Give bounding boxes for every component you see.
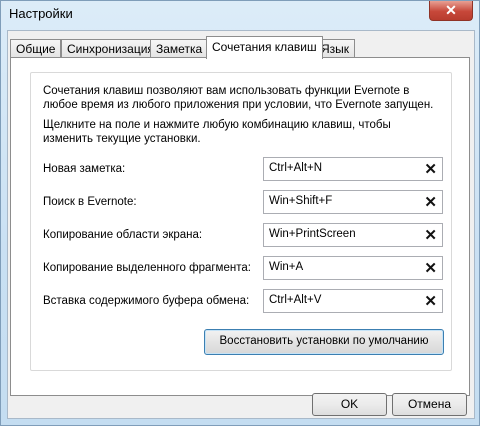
- clear-icon[interactable]: ✕: [424, 259, 437, 277]
- clear-icon[interactable]: ✕: [424, 292, 437, 310]
- dialog-client-area: Общие Синхронизация Заметка Сочетания кл…: [7, 30, 475, 419]
- hotkey-value: Win+A: [269, 261, 304, 273]
- clear-icon[interactable]: ✕: [424, 226, 437, 244]
- hotkey-label-new-note: Новая заметка:: [43, 163, 126, 175]
- hotkey-value: Win+Shift+F: [269, 195, 333, 207]
- hotkey-label-copy-selection: Копирование выделенного фрагмента:: [43, 262, 251, 274]
- hotkey-field-paste-clipboard[interactable]: Ctrl+Alt+V ✕: [263, 289, 443, 313]
- hotkey-label-screen-clip: Копирование области экрана:: [43, 229, 203, 241]
- close-button[interactable]: ✕: [429, 1, 473, 21]
- hotkey-field-new-note[interactable]: Ctrl+Alt+N ✕: [263, 157, 443, 181]
- tab-sync[interactable]: Синхронизация: [61, 39, 160, 58]
- restore-defaults-button[interactable]: Восстановить установки по умолчанию: [204, 329, 444, 355]
- ok-button[interactable]: OK: [312, 393, 387, 416]
- hotkey-value: Ctrl+Alt+V: [269, 294, 322, 306]
- tab-general[interactable]: Общие: [10, 39, 62, 58]
- clear-icon[interactable]: ✕: [424, 193, 437, 211]
- hotkey-value: Win+PrintScreen: [269, 228, 356, 240]
- window-title: Настройки: [9, 6, 73, 21]
- close-icon: ✕: [445, 2, 457, 18]
- hotkeys-instruction: Щелкните на поле и нажмите любую комбина…: [43, 119, 391, 145]
- settings-window: Настройки ✕ Общие Синхронизация Заметка …: [0, 0, 480, 426]
- hotkeys-group: Сочетания клавиш позволяют вам использов…: [30, 72, 452, 371]
- hotkeys-description: Сочетания клавиш позволяют вам использов…: [43, 85, 434, 111]
- tab-hotkeys[interactable]: Сочетания клавиш: [206, 36, 323, 59]
- title-bar[interactable]: Настройки ✕: [1, 1, 479, 27]
- hotkey-value: Ctrl+Alt+N: [269, 162, 323, 174]
- hotkey-label-paste-clipboard: Вставка содержимого буфера обмена:: [43, 295, 250, 307]
- hotkey-field-search[interactable]: Win+Shift+F ✕: [263, 190, 443, 214]
- hotkey-field-screen-clip[interactable]: Win+PrintScreen ✕: [263, 223, 443, 247]
- hotkeys-tab-panel: Сочетания клавиш позволяют вам использов…: [10, 57, 470, 396]
- hotkey-label-search: Поиск в Evernote:: [43, 196, 137, 208]
- cancel-button[interactable]: Отмена: [392, 393, 467, 416]
- tab-note[interactable]: Заметка: [150, 39, 209, 58]
- clear-icon[interactable]: ✕: [424, 160, 437, 178]
- hotkey-field-copy-selection[interactable]: Win+A ✕: [263, 256, 443, 280]
